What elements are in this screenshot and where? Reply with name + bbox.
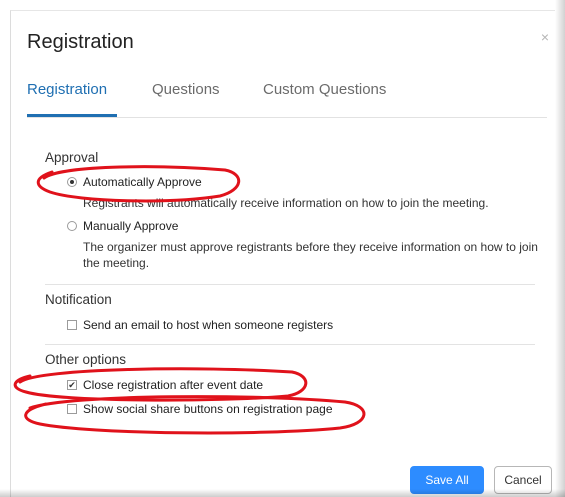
auto-approve-option[interactable]: Automatically Approve (67, 175, 202, 189)
tab-registration[interactable]: Registration (27, 81, 107, 98)
social-share-label: Show social share buttons on registratio… (83, 402, 333, 416)
close-icon[interactable]: × (541, 29, 549, 45)
frame-shadow-bottom (0, 489, 565, 497)
other-options-heading: Other options (45, 352, 127, 367)
approval-heading: Approval (45, 150, 99, 165)
manual-approve-radio[interactable] (67, 221, 77, 231)
auto-approve-label: Automatically Approve (83, 175, 202, 189)
dialog-title: Registration (27, 31, 134, 53)
close-registration-option[interactable]: ✔ Close registration after event date (67, 378, 263, 392)
notification-heading: Notification (45, 292, 112, 307)
registration-dialog: Registration × Registration Questions Cu… (10, 10, 555, 497)
email-host-checkbox[interactable] (67, 320, 77, 330)
manual-approve-label: Manually Approve (83, 219, 179, 233)
frame-shadow-right (555, 0, 565, 497)
active-tab-indicator (27, 114, 117, 117)
tab-questions[interactable]: Questions (152, 81, 220, 98)
social-share-checkbox[interactable] (67, 404, 77, 414)
screenshot-frame: Registration × Registration Questions Cu… (0, 0, 565, 497)
email-host-label: Send an email to host when someone regis… (83, 318, 334, 332)
email-host-option[interactable]: Send an email to host when someone regis… (67, 318, 333, 332)
auto-approve-radio[interactable] (67, 177, 77, 187)
divider (45, 344, 535, 345)
manual-approve-option[interactable]: Manually Approve (67, 219, 178, 233)
manual-approve-description: The organizer must approve registrants b… (83, 240, 538, 270)
auto-approve-description: Registrants will automatically receive i… (83, 196, 489, 210)
tab-bar: Registration Questions Custom Questions (27, 81, 547, 118)
tab-custom-questions[interactable]: Custom Questions (263, 81, 386, 98)
close-registration-label: Close registration after event date (83, 378, 264, 392)
close-registration-checkbox[interactable]: ✔ (67, 380, 77, 390)
social-share-option[interactable]: Show social share buttons on registratio… (67, 402, 333, 416)
divider (45, 284, 535, 285)
